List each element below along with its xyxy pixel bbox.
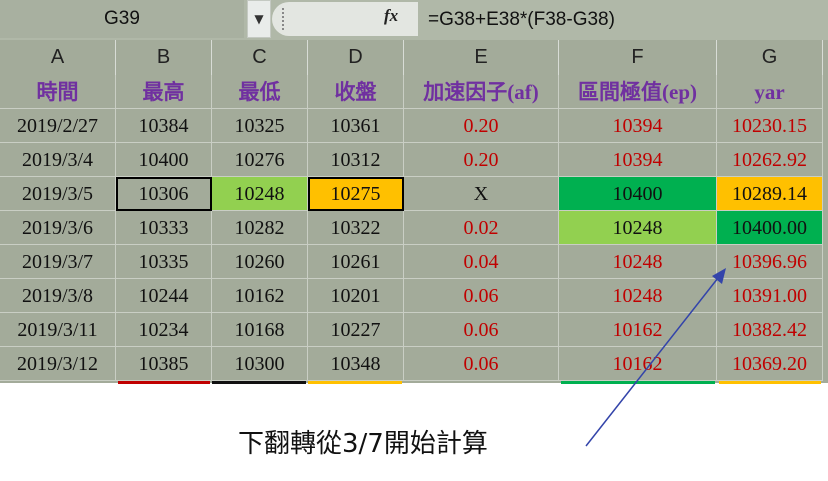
arrow-line	[585, 277, 719, 447]
annotation-arrow	[585, 268, 726, 447]
arrow-head	[712, 268, 726, 284]
